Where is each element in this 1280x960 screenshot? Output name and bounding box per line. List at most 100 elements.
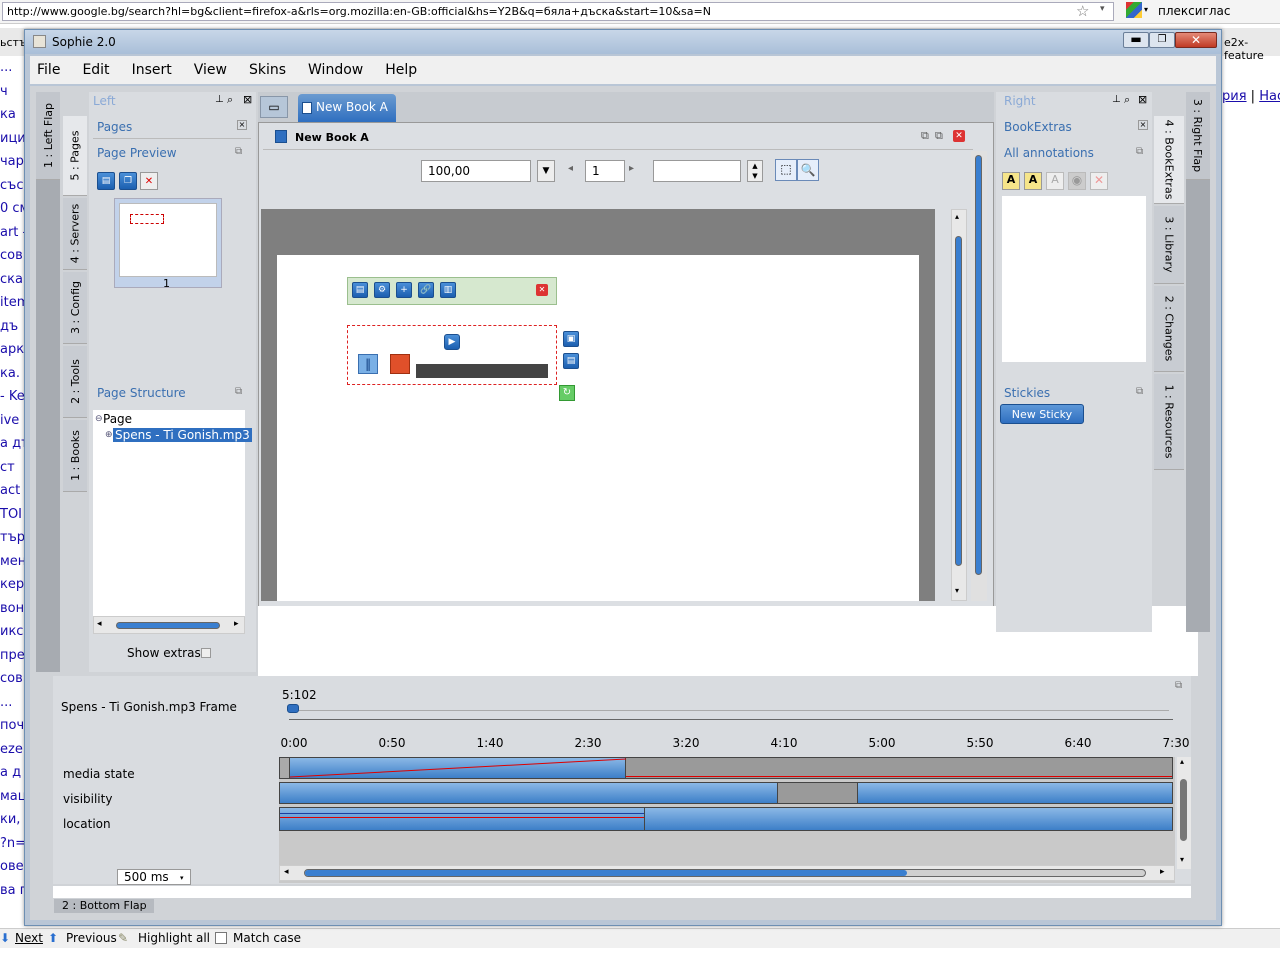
tab-resources[interactable]: 1 : Resources — [1154, 374, 1184, 470]
google-icon[interactable] — [1126, 2, 1142, 18]
prev-page-arrow-icon[interactable]: ◂ — [568, 163, 573, 174]
search-input[interactable]: плексиглас — [1154, 2, 1278, 21]
tree-child[interactable]: Spens - Ti Gonish.mp3 — [113, 428, 252, 442]
desktop-icon[interactable]: ▭ — [260, 96, 288, 118]
show-extras-checkbox[interactable] — [201, 648, 211, 658]
pages-panel-collapse-icon[interactable]: × — [237, 120, 247, 130]
rotate-icon[interactable]: ↻ — [559, 385, 575, 401]
frame-chart-icon[interactable]: ▥ — [440, 282, 456, 298]
audio-frame[interactable]: ▶ ‖ — [347, 325, 557, 385]
tree-expand-icon[interactable]: ⊖ — [95, 414, 103, 424]
select-tool-icon[interactable]: ⬚ — [775, 159, 797, 181]
restore-icon[interactable]: ⧉ — [921, 129, 929, 143]
stop-button[interactable] — [390, 354, 410, 374]
menu-window[interactable]: Window — [308, 62, 363, 78]
play-icon[interactable]: ▶ — [444, 334, 460, 350]
scroll-left-arrow-icon[interactable]: ◂ — [284, 867, 289, 877]
location-track[interactable] — [279, 807, 1173, 831]
match-case-checkbox[interactable] — [215, 932, 227, 944]
annotation-add-icon[interactable]: A — [1002, 172, 1020, 190]
visibility-track[interactable] — [279, 782, 1173, 804]
pause-button[interactable]: ‖ — [358, 354, 378, 374]
scroll-left-arrow-icon[interactable]: ◂ — [97, 619, 102, 629]
scroll-right-arrow-icon[interactable]: ▸ — [1160, 867, 1165, 877]
add-page-button[interactable]: ▤ — [97, 172, 115, 190]
page-stepper[interactable]: ▲ ▼ — [747, 160, 763, 182]
time-step-select[interactable]: 500 ms ▾ — [117, 869, 191, 885]
timeline-vscrollbar[interactable]: ▴ ▾ — [1177, 757, 1191, 869]
scroll-thumb[interactable] — [955, 236, 962, 566]
detach-icon[interactable]: ⧉ — [235, 146, 242, 157]
book-outer-vscrollbar[interactable] — [971, 151, 987, 601]
scroll-up-arrow-icon[interactable]: ▴ — [955, 212, 959, 221]
maximize-icon[interactable]: ⧉ — [935, 129, 943, 143]
visibility-hidden-segment[interactable] — [777, 783, 858, 803]
right-flap-tab[interactable]: 3 : Right Flap — [1186, 92, 1210, 180]
tab-library[interactable]: 3 : Library — [1154, 206, 1184, 284]
zoom-dropdown-button[interactable]: ▼ — [537, 160, 555, 182]
menu-skins[interactable]: Skins — [249, 62, 286, 78]
frame-side-icon-2[interactable]: ▤ — [563, 353, 579, 369]
book-tab[interactable]: New Book A — [298, 94, 396, 122]
pin-icon[interactable]: ⊥ — [215, 94, 224, 105]
zoom-input[interactable]: 100,00 — [421, 160, 531, 182]
detach-icon[interactable]: ⧉ — [235, 386, 242, 397]
menu-view[interactable]: View — [194, 62, 227, 78]
scroll-up-arrow-icon[interactable]: ▴ — [1180, 757, 1184, 766]
media-state-track[interactable] — [279, 757, 1173, 779]
search-icon[interactable]: ⌕ — [227, 93, 233, 107]
find-next-button[interactable]: Next — [15, 931, 43, 945]
frame-page-icon[interactable]: ▤ — [352, 282, 368, 298]
pin-icon[interactable]: ⊥ — [1112, 94, 1121, 105]
right-edge-link-2[interactable]: Наст — [1259, 89, 1280, 104]
page-thumbnail[interactable]: 1 — [114, 198, 222, 290]
minimize-button[interactable]: ▬ — [1123, 32, 1149, 48]
canvas-vscrollbar[interactable]: ▴ ▾ — [951, 209, 967, 601]
frame-add-icon[interactable]: + — [396, 282, 412, 298]
previous-arrow-icon[interactable]: ⬆ — [48, 931, 58, 945]
timeline-hscrollbar[interactable]: ◂ ▸ — [279, 865, 1175, 881]
frame-settings-icon[interactable]: ⚙ — [374, 282, 390, 298]
page-input[interactable]: 1 — [585, 160, 625, 182]
tree-child-expand-icon[interactable]: ⊕ — [105, 430, 113, 440]
right-edge-link-1[interactable]: рия — [1222, 89, 1247, 104]
audio-progress-bar[interactable] — [416, 364, 548, 378]
tab-fragment-left[interactable]: ьстъ — [0, 36, 27, 49]
tree-root[interactable]: Page — [103, 412, 132, 426]
delete-page-button[interactable]: ✕ — [140, 172, 158, 190]
tab-books[interactable]: 1 : Books — [63, 420, 87, 492]
url-input[interactable]: http://www.google.bg/search?hl=bg&client… — [2, 2, 1114, 21]
left-flap-tab[interactable]: 1 : Left Flap — [36, 92, 60, 180]
bookextras-collapse-icon[interactable]: × — [1138, 120, 1148, 130]
next-page-arrow-icon[interactable]: ▸ — [629, 163, 634, 174]
detach-icon[interactable]: ⧉ — [1175, 680, 1182, 691]
maximize-button[interactable]: ❐ — [1149, 32, 1175, 48]
tab-pages[interactable]: 5 : Pages — [63, 116, 87, 196]
frame-side-icon-1[interactable]: ▣ — [563, 331, 579, 347]
next-arrow-icon[interactable]: ⬇ — [0, 931, 10, 945]
detach-icon[interactable]: ⧉ — [1136, 386, 1143, 397]
tab-config[interactable]: 3 : Config — [63, 272, 87, 344]
frame-link-icon[interactable]: 🔗 — [418, 282, 434, 298]
scroll-down-arrow-icon[interactable]: ▾ — [955, 586, 959, 595]
time-slider-thumb[interactable] — [287, 704, 299, 713]
page-canvas[interactable]: ▤ ⚙ + 🔗 ▥ ✕ ▶ ‖ ▣ ▤ ↻ — [277, 255, 919, 601]
copy-page-button[interactable]: ❐ — [119, 172, 137, 190]
tab-tools[interactable]: 2 : Tools — [63, 346, 87, 418]
close-book-button[interactable]: ✕ — [953, 130, 965, 142]
detach-icon[interactable]: ⧉ — [1136, 146, 1143, 157]
search-icon[interactable]: ⌕ — [1124, 93, 1130, 107]
close-icon[interactable]: ⊠ — [1138, 93, 1147, 106]
tab-changes[interactable]: 2 : Changes — [1154, 286, 1184, 372]
menu-file[interactable]: File — [37, 62, 60, 78]
bottom-flap-tab[interactable]: 2 : Bottom Flap — [54, 899, 154, 913]
scroll-thumb[interactable] — [116, 622, 220, 629]
chevron-down-icon[interactable]: ▾ — [1100, 4, 1105, 14]
close-icon[interactable]: ⊠ — [243, 93, 252, 106]
scroll-thumb[interactable] — [304, 869, 1146, 877]
menu-edit[interactable]: Edit — [82, 62, 109, 78]
zoom-tool-icon[interactable]: 🔍 — [797, 159, 819, 181]
search-engine-chevron-icon[interactable]: ▾ — [1144, 5, 1148, 14]
page-jump-input[interactable] — [653, 160, 741, 182]
annotation-edit-icon[interactable]: A — [1024, 172, 1042, 190]
